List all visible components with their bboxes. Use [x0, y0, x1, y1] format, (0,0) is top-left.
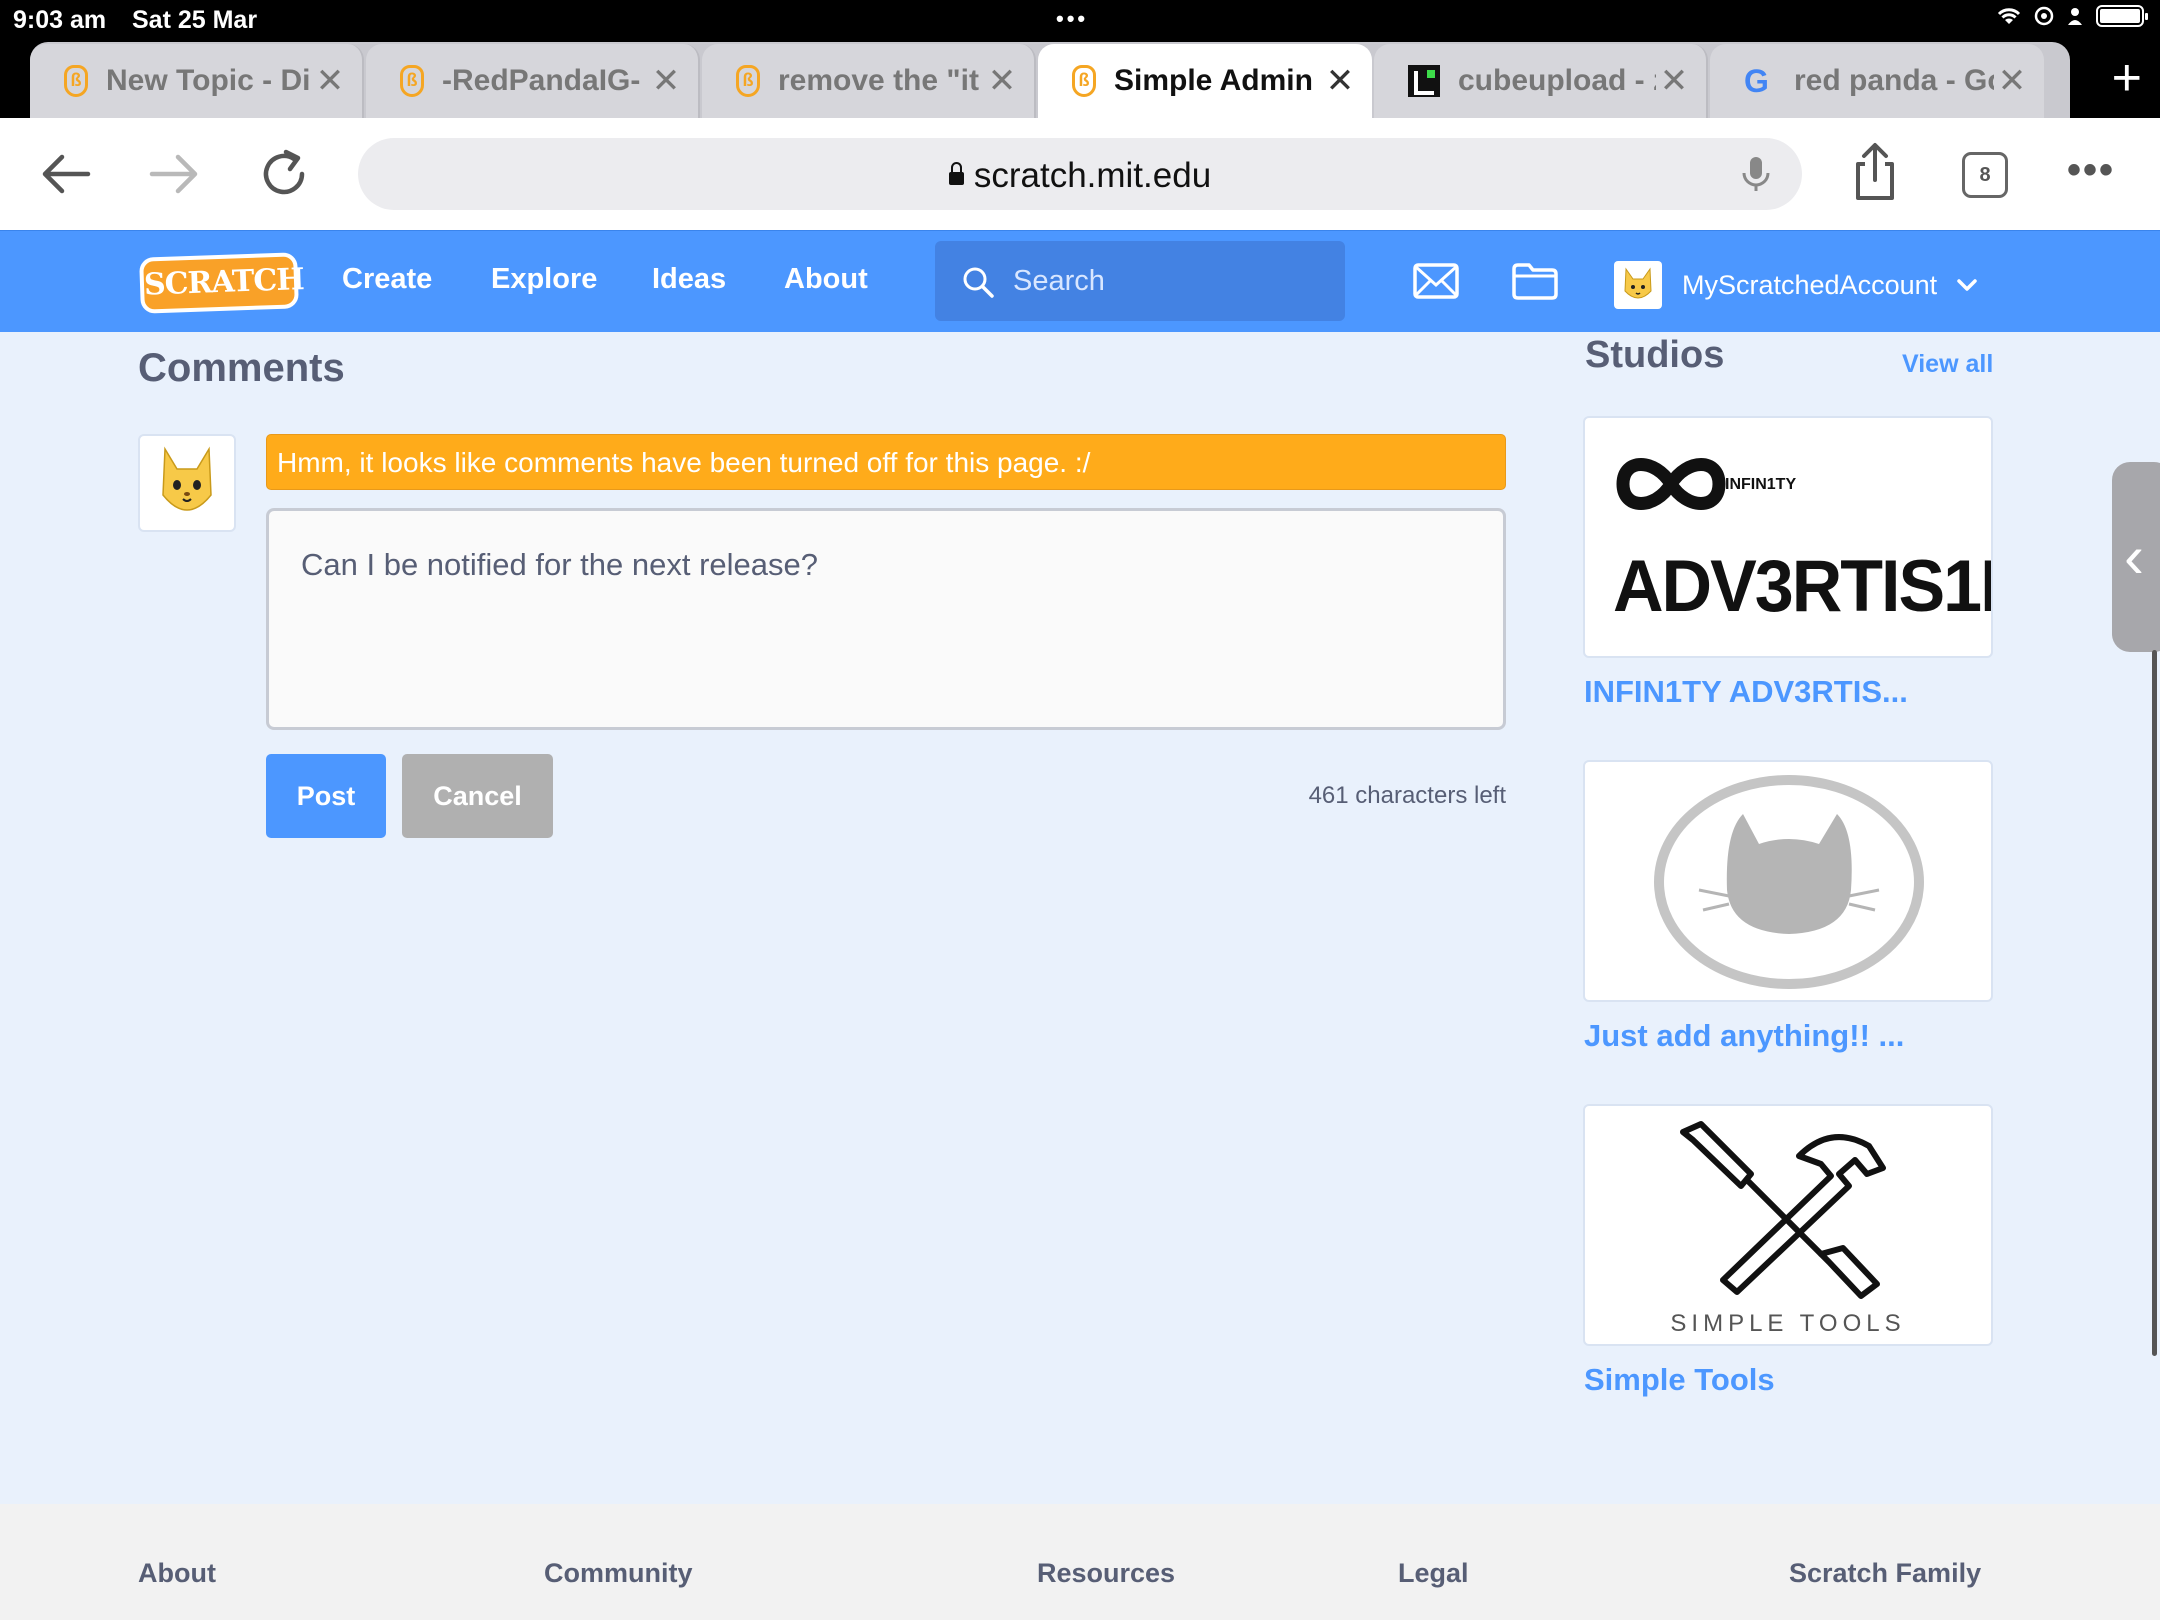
- location-lock-icon: [2034, 6, 2054, 26]
- multitasking-dots[interactable]: •••: [1056, 6, 1088, 32]
- status-time: 9:03 am: [13, 6, 107, 34]
- studio-thumb-small-text: INFIN1TY: [1725, 476, 1797, 493]
- cat-avatar-icon: [1624, 267, 1652, 299]
- tab-title: cubeupload - z: [1458, 64, 1656, 97]
- browser-tab[interactable]: ß remove the "it ✕: [702, 44, 1036, 118]
- scratch-icon: ß: [1072, 65, 1096, 97]
- browser-tab[interactable]: cubeupload - z ✕: [1374, 44, 1708, 118]
- cubeupload-icon: [1408, 65, 1440, 97]
- close-icon[interactable]: ✕: [1656, 61, 1692, 101]
- close-icon[interactable]: ✕: [312, 61, 348, 101]
- tab-title: red panda - Go: [1794, 64, 1994, 97]
- infinity-icon: [1616, 458, 1726, 510]
- back-arrow-icon[interactable]: [36, 144, 96, 204]
- studio-thumb-text: ADV3RTIS1NG: [1613, 545, 1991, 627]
- scrollbar[interactable]: [2152, 650, 2157, 1356]
- cancel-button[interactable]: Cancel: [402, 754, 553, 838]
- view-all-link[interactable]: View all: [1902, 350, 1993, 379]
- scratch-navbar: SCRATCH Create Explore Ideas About MyScr…: [0, 230, 2160, 332]
- footer-about[interactable]: About: [138, 1558, 216, 1589]
- url-text: scratch.mit.edu: [973, 156, 1212, 195]
- microphone-icon[interactable]: [1736, 154, 1776, 194]
- scratch-logo[interactable]: SCRATCH: [139, 252, 304, 314]
- new-tab-plus-icon[interactable]: +: [2112, 52, 2142, 104]
- nav-link-create[interactable]: Create: [342, 263, 432, 296]
- lock-icon: [948, 162, 964, 185]
- default-cat-placeholder-icon: [1654, 775, 1924, 989]
- comments-heading: Comments: [138, 346, 345, 390]
- messages-envelope-icon[interactable]: [1412, 261, 1460, 301]
- tab-title: New Topic - Di: [106, 64, 311, 97]
- nav-link-ideas[interactable]: Ideas: [652, 263, 726, 296]
- footer: About Community Resources Legal Scratch …: [0, 1504, 2160, 1620]
- nav-link-about[interactable]: About: [784, 263, 868, 296]
- status-date: Sat 25 Mar: [132, 6, 258, 34]
- person-icon: [2068, 8, 2082, 25]
- address-bar[interactable]: scratch.mit.edu: [358, 138, 1802, 210]
- battery-icon: [2096, 5, 2148, 27]
- forward-arrow-icon[interactable]: [144, 144, 204, 204]
- search-icon: [963, 267, 994, 298]
- comments-disabled-warning: Hmm, it looks like comments have been tu…: [266, 434, 1506, 490]
- studio-name-link[interactable]: INFIN1TY ADV3RTIS...: [1584, 674, 1908, 710]
- tab-strip: ß New Topic - Di ✕ ß -RedPandaIG- ✕ ß re…: [0, 40, 2160, 118]
- studio-thumbnail[interactable]: SIMPLE TOOLS: [1583, 1104, 1993, 1346]
- comment-textarea[interactable]: Can I be notified for the next release?: [266, 508, 1506, 730]
- share-icon[interactable]: [1850, 142, 1900, 202]
- close-icon[interactable]: ✕: [984, 61, 1020, 101]
- footer-legal[interactable]: Legal: [1398, 1558, 1469, 1589]
- google-icon: G: [1744, 63, 1769, 99]
- status-icons: [1996, 5, 2148, 27]
- characters-left: 461 characters left: [1308, 782, 1506, 809]
- tab-title: Simple Admin: [1114, 64, 1313, 97]
- more-options-icon[interactable]: •••: [2067, 148, 2115, 193]
- nav-link-explore[interactable]: Explore: [491, 263, 597, 296]
- tab-title: -RedPandaIG-: [442, 64, 641, 97]
- browser-tab[interactable]: ß New Topic - Di ✕: [30, 44, 364, 118]
- studio-thumbnail[interactable]: INFIN1TY ADV3RTIS1NG: [1583, 416, 1993, 658]
- close-icon[interactable]: ✕: [1994, 61, 2030, 101]
- footer-scratch-family[interactable]: Scratch Family: [1789, 1558, 1981, 1589]
- tab-switcher-button[interactable]: 8: [1962, 152, 2008, 198]
- account-menu[interactable]: MyScratchedAccount: [1614, 261, 1979, 309]
- studio-name-link[interactable]: Simple Tools: [1584, 1362, 1775, 1398]
- username: MyScratchedAccount: [1682, 269, 1938, 300]
- hammer-screwdriver-icon: [1680, 1121, 1886, 1299]
- search-input[interactable]: [1013, 259, 1313, 303]
- scratch-icon: ß: [64, 65, 88, 97]
- my-stuff-folder-icon[interactable]: [1511, 261, 1559, 301]
- browser-toolbar: scratch.mit.edu 8 •••: [0, 118, 2160, 230]
- studios-heading: Studios: [1585, 334, 1725, 376]
- chevron-down-icon: [1957, 279, 1977, 291]
- close-icon[interactable]: ✕: [1322, 61, 1358, 101]
- scratch-icon: ß: [736, 65, 760, 97]
- avatar: [1614, 261, 1662, 309]
- studio-name-link[interactable]: Just add anything!! ...: [1584, 1018, 1904, 1054]
- reload-icon[interactable]: [254, 144, 314, 204]
- commenter-avatar: [138, 434, 236, 532]
- search-box: [935, 241, 1345, 321]
- footer-resources[interactable]: Resources: [1037, 1558, 1175, 1589]
- footer-community[interactable]: Community: [544, 1558, 693, 1589]
- tab-title: remove the "it: [778, 64, 979, 97]
- browser-tab[interactable]: G red panda - Go ✕: [1710, 44, 2044, 118]
- cat-avatar-icon: [162, 446, 212, 511]
- close-icon[interactable]: ✕: [648, 61, 684, 101]
- browser-tab-active[interactable]: ß Simple Admin ✕: [1038, 44, 1372, 118]
- browser-tab[interactable]: ß -RedPandaIG- ✕: [366, 44, 700, 118]
- chevron-left-icon: ‹: [2124, 523, 2144, 590]
- scratch-icon: ß: [400, 65, 424, 97]
- ios-status-bar: 9:03 am Sat 25 Mar •••: [0, 0, 2160, 40]
- side-panel-handle[interactable]: ‹: [2112, 462, 2160, 652]
- studio-thumbnail[interactable]: [1583, 760, 1993, 1002]
- studio-thumb-text: SIMPLE TOOLS: [1670, 1310, 1906, 1337]
- wifi-icon: [1997, 8, 2021, 24]
- post-button[interactable]: Post: [266, 754, 386, 838]
